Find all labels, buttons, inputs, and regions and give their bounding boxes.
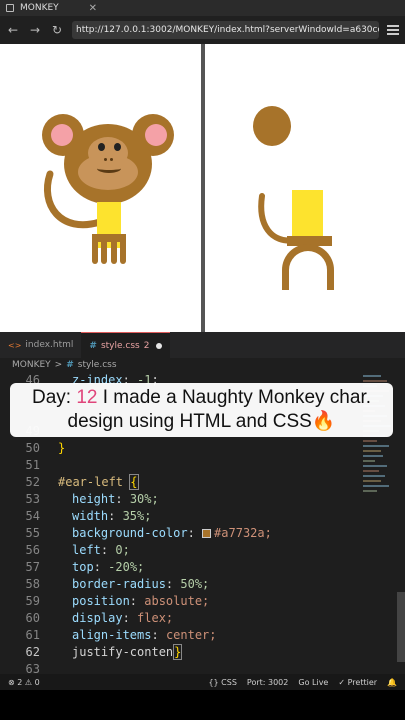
html-file-icon: <> [8,340,22,350]
address-bar[interactable]: http://127.0.0.1:3002/MONKEY/index.html?… [72,21,379,39]
code-line: 60 display: flex; [25,611,174,625]
head-ball [253,106,291,146]
code-line: 53 height: 30%; [25,492,159,506]
editor-scrollbar[interactable] [397,592,405,662]
leg-2 [101,240,107,264]
unsaved-dot-icon[interactable] [156,342,163,349]
code-line: 58 border-radius: 50%; [25,577,210,591]
language-mode[interactable]: {} CSS [208,678,236,687]
breadcrumb-separator: > [54,360,63,370]
code-line-current: 62 justify-conten} [25,644,183,660]
editor-tabs: <> index.html # style.css 2 [0,332,405,358]
code-line: 54 width: 35%; [25,509,152,523]
back-button[interactable]: ← [6,23,20,37]
caption-line-2: design using HTML and CSS🔥 [67,411,336,432]
color-swatch[interactable] [202,529,212,538]
leg-4 [120,240,126,264]
code-line: 57 top: -20%; [25,560,145,574]
breadcrumb-folder[interactable]: MONKEY [12,360,51,370]
code-line: 52 #ear-left { [25,474,139,490]
eye-left [98,143,105,151]
code-line: 59 position: absolute; [25,594,210,608]
tab-label: style.css [100,340,140,351]
breadcrumb: MONKEY > # style.css [0,358,405,372]
ear-right-inner [145,124,167,146]
page-preview [0,44,405,332]
nose-right [110,158,113,161]
breadcrumb-file[interactable]: style.css [78,360,117,370]
eye-right [114,143,121,151]
bell-icon[interactable]: 🔔 [387,678,397,687]
code-line: 55 background-color: #a7732a; [25,526,272,540]
forward-button[interactable]: → [28,23,42,37]
tab-label: index.html [25,340,74,350]
browser-tab[interactable]: MONKEY ✕ [0,0,405,16]
code-line: 56 left: 0; [25,543,130,557]
body-block [292,190,323,236]
prettier-status[interactable]: ✓ Prettier [338,678,377,687]
tab-title: MONKEY [20,3,59,13]
pane-divider[interactable] [201,44,205,332]
nose-left [104,158,107,161]
code-line: 51 [25,458,40,472]
leg-3 [111,240,117,264]
tab-style-css[interactable]: # style.css 2 [81,332,171,358]
close-tab-icon[interactable]: ✕ [89,3,97,14]
problem-count-badge: 2 [143,340,150,351]
mouth [97,164,121,173]
reload-button[interactable]: ↻ [50,23,64,37]
css-file-icon: # [66,360,74,370]
browser-toolbar: ← → ↻ http://127.0.0.1:3002/MONKEY/index… [0,16,405,44]
css-file-icon: # [89,340,97,351]
port-status[interactable]: Port: 3002 [247,678,288,687]
caption-line-1: Day: 12 I made a Naughty Monkey char. [31,387,372,408]
status-bar: ⊗ 2 ⚠ 0 {} CSS Port: 3002 Go Live ✓ Pret… [0,674,405,690]
problems-status[interactable]: ⊗ 2 ⚠ 0 [8,678,40,687]
go-live-button[interactable]: Go Live [298,678,328,687]
caption-overlay: Day: 12 I made a Naughty Monkey char. de… [10,383,393,437]
page-icon [6,4,14,12]
leg-1 [92,240,98,264]
day-number: 12 [76,387,98,408]
code-line: 50} [25,441,66,455]
tab-index-html[interactable]: <> index.html [0,332,81,358]
legs-arc [282,244,334,290]
menu-icon[interactable] [387,23,399,37]
fire-icon: 🔥 [311,411,336,432]
code-line: 61 align-items: center; [25,628,217,642]
